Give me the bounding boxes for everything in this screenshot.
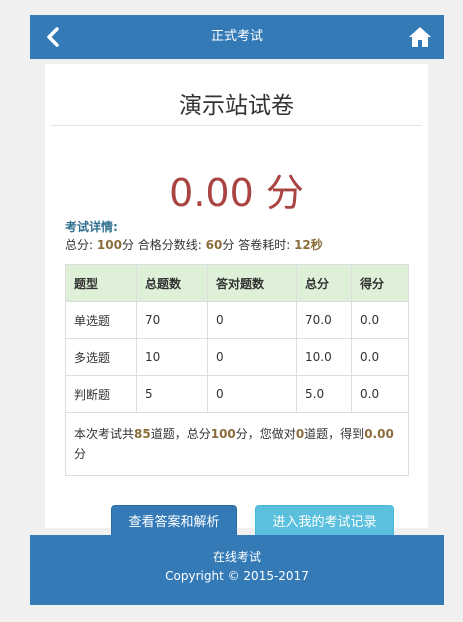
column-header: 总分	[296, 264, 352, 302]
page-title: 正式考试	[210, 29, 263, 44]
table-cell: 判断题	[65, 375, 137, 413]
details-line: 总分: 100分 合格分数线: 60分 答卷耗时: 12秒	[65, 236, 323, 253]
summary-total-questions: 85	[134, 427, 151, 441]
table-cell: 0	[207, 375, 297, 413]
table-cell: 0	[207, 338, 297, 376]
total-value: 100	[96, 238, 122, 252]
table-cell: 0.0	[351, 301, 409, 339]
top-nav-bar: 正式考试	[30, 15, 444, 59]
table-cell: 70	[136, 301, 208, 339]
pass-unit: 分	[222, 238, 235, 252]
column-header: 题型	[65, 264, 137, 302]
pass-value: 60	[205, 238, 223, 252]
summary-earned: 0.00	[364, 427, 394, 441]
table-cell: 0	[207, 301, 297, 339]
table-summary-row: 本次考试共85道题，总分100分，您做对0道题，得到0.00 分	[65, 412, 409, 476]
table-cell: 0.0	[351, 375, 409, 413]
summary-correct: 0	[295, 427, 305, 441]
result-card: 演示站试卷 0.00 分 考试详情: 总分: 100分 合格分数线: 60分 答…	[45, 64, 428, 541]
summary-text-1: 本次考试共	[74, 427, 135, 441]
summary-text-2: 道题，总分	[150, 427, 211, 441]
total-unit: 分	[121, 238, 134, 252]
table-cell: 0.0	[351, 338, 409, 376]
summary-text-4: 道题，得到	[304, 427, 365, 441]
score-display: 0.00 分	[169, 171, 304, 215]
time-value: 12秒	[294, 238, 323, 252]
result-table: 题型 总题数 答对题数 总分 得分 单选题 70 0 70.0 0.0 多选题	[65, 264, 409, 476]
table-cell: 10.0	[296, 338, 352, 376]
table-cell: 5	[136, 375, 208, 413]
home-button[interactable]	[408, 25, 432, 49]
column-header: 得分	[351, 264, 409, 302]
table-cell: 单选题	[65, 301, 137, 339]
column-header: 总题数	[136, 264, 208, 302]
table-cell: 多选题	[65, 338, 137, 376]
total-label: 总分:	[65, 238, 94, 252]
table-cell: 70.0	[296, 301, 352, 339]
summary-text-3: 分，您做对	[235, 427, 296, 441]
footer: 在线考试 Copyright © 2015-2017	[30, 535, 444, 605]
table-header-row: 题型 总题数 答对题数 总分 得分	[65, 264, 409, 302]
summary-total-score: 100	[210, 427, 236, 441]
details-label: 考试详情:	[65, 220, 118, 234]
table-row: 单选题 70 0 70.0 0.0	[65, 301, 409, 339]
home-icon	[409, 27, 431, 47]
table-cell: 5.0	[296, 375, 352, 413]
time-label: 答卷耗时:	[238, 238, 291, 252]
paper-title: 演示站试卷	[179, 93, 294, 119]
column-header: 答对题数	[207, 264, 297, 302]
table-row: 多选题 10 0 10.0 0.0	[65, 338, 409, 376]
pass-label: 合格分数线:	[137, 238, 202, 252]
app-screen: 正式考试 演示站试卷 0.00 分 考试详情: 总分: 100分 合格分数线: …	[30, 15, 444, 622]
footer-title: 在线考试	[212, 550, 261, 564]
table-cell: 10	[136, 338, 208, 376]
footer-copyright: Copyright © 2015-2017	[165, 569, 309, 583]
table-row: 判断题 5 0 5.0 0.0	[65, 375, 409, 413]
divider	[51, 125, 422, 126]
summary-text-5: 分	[74, 447, 87, 461]
summary-cell: 本次考试共85道题，总分100分，您做对0道题，得到0.00 分	[65, 412, 409, 476]
